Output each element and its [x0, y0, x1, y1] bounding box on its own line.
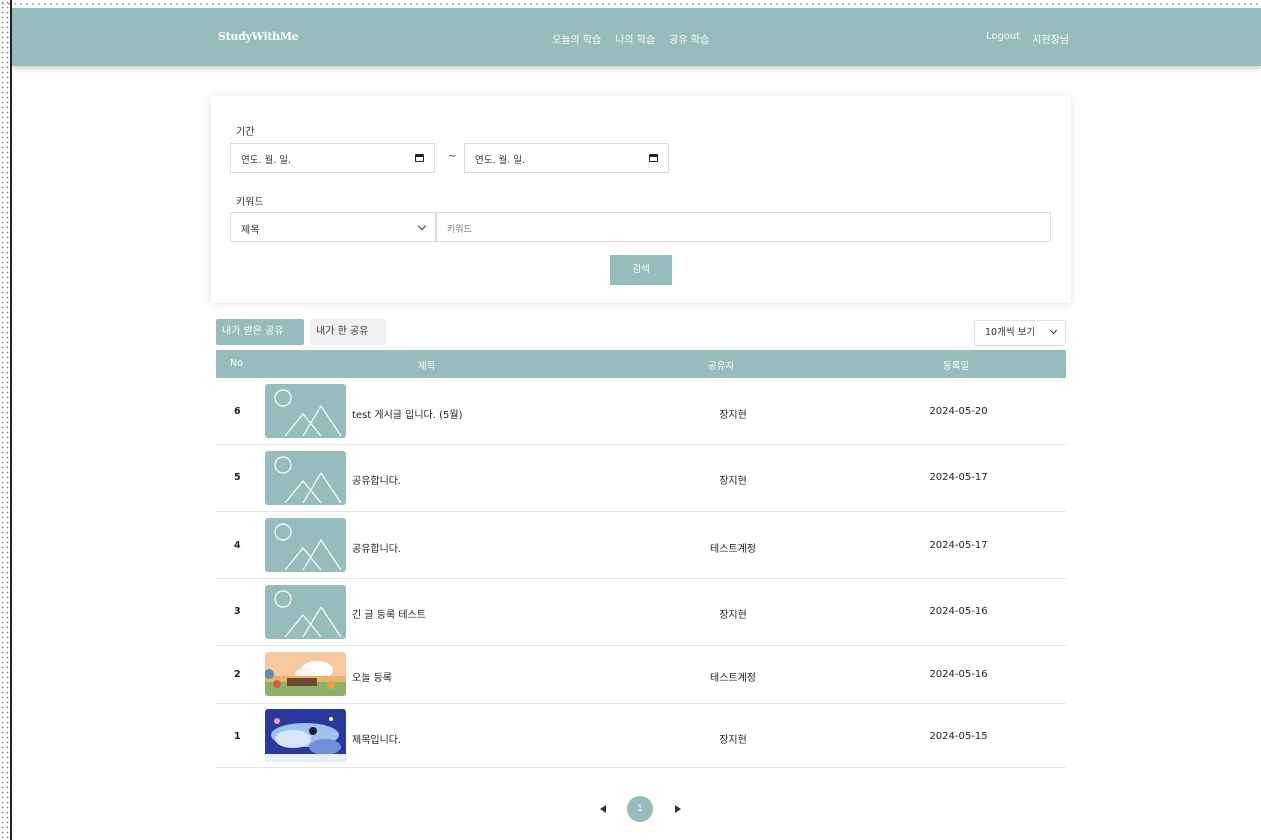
- row-date: 2024-05-15: [929, 731, 988, 742]
- frame-left-line: [10, 0, 12, 840]
- table-row[interactable]: 1 제목입니다. 장지현 2024-05-15: [216, 704, 1066, 768]
- placeholder-image-icon: [265, 585, 346, 639]
- placeholder-image-icon: [265, 384, 346, 438]
- chevron-down-icon: [417, 221, 427, 231]
- per-page-value: 10개씩 보기: [985, 327, 1036, 338]
- row-date: 2024-05-17: [929, 540, 988, 551]
- row-date: 2024-05-20: [929, 406, 988, 417]
- main-nav: 오늘의 학습 나의 학습 공유 학습: [552, 31, 709, 46]
- row-sharer: 테스트계정: [710, 673, 756, 684]
- row-title[interactable]: 긴 글 등록 테스트: [352, 606, 426, 621]
- thumbnail-image: [265, 709, 346, 762]
- row-title[interactable]: 공유합니다.: [352, 472, 401, 487]
- table-header: No 제목 공유자 등록일: [216, 350, 1066, 378]
- date-from-input[interactable]: 연도. 월. 일.: [230, 143, 435, 173]
- app-logo[interactable]: StudyWithMe: [218, 30, 299, 43]
- row-number: 2: [234, 669, 241, 680]
- date-from-placeholder: 연도. 월. 일.: [241, 155, 292, 166]
- calendar-icon[interactable]: [649, 154, 658, 162]
- nav-my-study[interactable]: 나의 학습: [615, 31, 655, 46]
- next-page-icon[interactable]: [675, 805, 681, 813]
- tab-given-shares[interactable]: 내가 한 공유: [310, 319, 386, 345]
- row-number: 6: [234, 406, 241, 417]
- row-date: 2024-05-16: [929, 606, 988, 617]
- tab-received-shares[interactable]: 내가 받은 공유: [216, 319, 304, 345]
- row-number: 4: [234, 540, 241, 551]
- placeholder-image-icon: [265, 451, 346, 505]
- frame-left-edge: [0, 0, 10, 840]
- column-header-date: 등록일: [943, 361, 970, 372]
- keyword-placeholder: 키워드: [447, 225, 472, 235]
- table-row[interactable]: 4 공유합니다. 테스트계정 2024-05-17: [216, 512, 1066, 579]
- per-page-select[interactable]: 10개씩 보기: [974, 320, 1066, 346]
- search-button[interactable]: 검색: [610, 255, 672, 285]
- column-header-no: No: [230, 358, 243, 369]
- thumbnail-image: [265, 652, 346, 696]
- table-row[interactable]: 3 긴 글 등록 테스트 장지현 2024-05-16: [216, 579, 1066, 646]
- row-sharer: 테스트계정: [710, 544, 756, 555]
- table-row[interactable]: 2 오늘 등록 테스트계정 2024-05-16: [216, 646, 1066, 704]
- keyword-input[interactable]: 키워드: [436, 212, 1051, 242]
- keyword-label: 키워드: [236, 197, 264, 208]
- frame-top-edge: [0, 0, 1261, 6]
- column-header-title: 제목: [418, 361, 436, 372]
- row-title[interactable]: 제목입니다.: [352, 731, 401, 746]
- nav-shared-study[interactable]: 공유 학습: [669, 31, 709, 46]
- top-navigation-bar: StudyWithMe 오늘의 학습 나의 학습 공유 학습 Logout 지현…: [12, 8, 1261, 66]
- row-title[interactable]: 오늘 등록: [352, 669, 392, 684]
- date-to-input[interactable]: 연도. 월. 일.: [464, 143, 669, 173]
- column-header-sharer: 공유자: [708, 361, 735, 372]
- nav-today-study[interactable]: 오늘의 학습: [552, 31, 601, 46]
- logout-link[interactable]: Logout: [986, 31, 1020, 46]
- keyword-field-select[interactable]: 제목: [230, 212, 436, 242]
- date-range-separator: ~: [448, 151, 457, 162]
- search-filter-card: 기간 연도. 월. 일. ~ 연도. 월. 일. 키워드 제목 키워드 검색: [211, 96, 1071, 303]
- chevron-down-icon: [1049, 326, 1058, 335]
- row-title[interactable]: test 게시글 입니다. (5월): [352, 406, 462, 421]
- keyword-field-value: 제목: [241, 225, 260, 236]
- table-row[interactable]: 6 test 게시글 입니다. (5월) 장지현 2024-05-20: [216, 378, 1066, 445]
- placeholder-image-icon: [265, 518, 346, 572]
- date-to-placeholder: 연도. 월. 일.: [475, 155, 526, 166]
- row-number: 1: [234, 731, 241, 742]
- user-name: 지현장님: [1032, 35, 1069, 46]
- period-label: 기간: [236, 127, 255, 138]
- row-sharer: 장지현: [719, 410, 747, 421]
- user-menu: Logout 지현장님: [986, 31, 1069, 46]
- table-row[interactable]: 5 공유합니다. 장지현 2024-05-17: [216, 445, 1066, 512]
- row-number: 3: [234, 606, 241, 617]
- row-sharer: 장지현: [719, 610, 747, 621]
- pagination: 1: [600, 796, 681, 823]
- row-sharer: 장지현: [719, 476, 747, 487]
- page-1-button[interactable]: 1: [627, 796, 653, 822]
- calendar-icon[interactable]: [415, 154, 424, 162]
- row-title[interactable]: 공유합니다.: [352, 540, 401, 555]
- row-date: 2024-05-16: [929, 669, 988, 680]
- row-sharer: 장지현: [719, 735, 747, 746]
- row-date: 2024-05-17: [929, 472, 988, 483]
- row-number: 5: [234, 472, 241, 483]
- previous-page-icon[interactable]: [600, 805, 606, 813]
